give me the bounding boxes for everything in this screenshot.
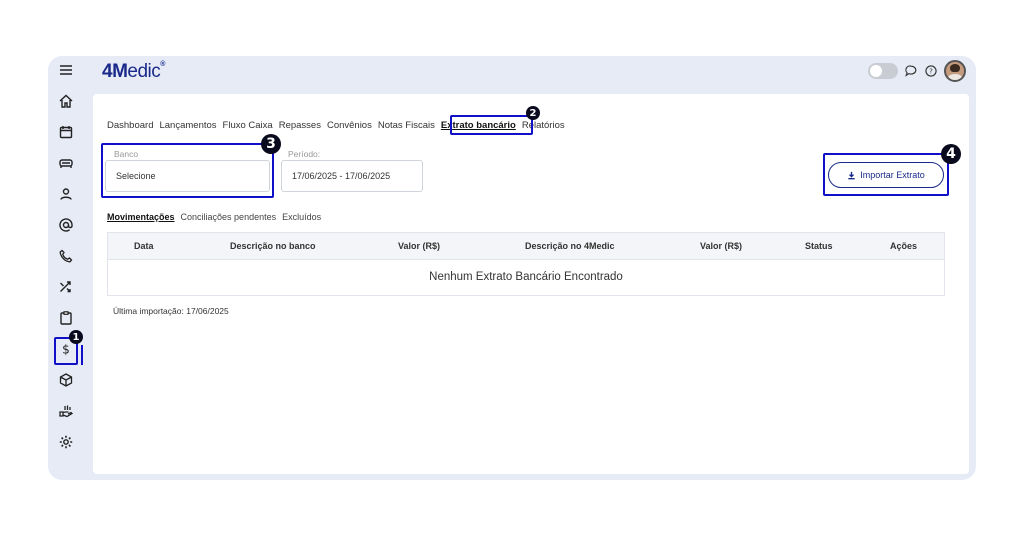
table-empty-message: Nenhum Extrato Bancário Encontrado — [429, 271, 623, 283]
tab-repasses[interactable]: Repasses — [279, 120, 321, 131]
annotation-marker-2: 2 — [526, 106, 540, 120]
at-icon[interactable] — [54, 213, 78, 237]
col-valor-banco: Valor (R$) — [398, 241, 441, 251]
annotation-marker-3: 3 — [261, 134, 281, 154]
car-icon[interactable] — [54, 151, 78, 175]
tab-convenios[interactable]: Convênios — [327, 120, 372, 131]
theme-toggle[interactable] — [868, 63, 898, 79]
logo-main-text: 4M — [102, 61, 128, 82]
shuffle-icon[interactable] — [54, 275, 78, 299]
tab-notas-fiscais[interactable]: Notas Fiscais — [378, 120, 435, 131]
app-logo: 4Medic® — [102, 61, 165, 83]
user-avatar[interactable] — [944, 60, 966, 82]
col-data: Data — [134, 241, 154, 251]
chat-icon[interactable] — [904, 64, 918, 78]
annotation-marker-1: 1 — [69, 330, 83, 344]
statement-table: Data Descrição no banco Valor (R$) Descr… — [107, 232, 945, 296]
sidebar: $ — [48, 56, 84, 480]
period-input[interactable]: 17/06/2025 - 17/06/2025 — [281, 160, 423, 192]
highlight-sidebar-bar — [81, 345, 83, 365]
subtab-movimentacoes[interactable]: Movimentações — [107, 212, 175, 222]
table-header: Data Descrição no banco Valor (R$) Descr… — [108, 233, 944, 260]
logo-registered-mark: ® — [160, 61, 165, 68]
subtab-excluidos[interactable]: Excluídos — [282, 212, 321, 222]
period-label: Período: — [288, 149, 321, 159]
hand-icon[interactable] — [54, 399, 78, 423]
svg-text:?: ? — [929, 67, 933, 75]
package-icon[interactable] — [54, 368, 78, 392]
annotation-marker-4: 4 — [941, 144, 961, 164]
col-valor-4medic: Valor (R$) — [700, 241, 743, 251]
highlight-tab-extrato — [450, 115, 533, 135]
logo-tail-text: edic — [127, 61, 161, 82]
col-acoes: Ações — [890, 241, 918, 251]
subtab-conciliacoes-pendentes[interactable]: Conciliações pendentes — [181, 212, 277, 222]
tab-lancamentos[interactable]: Lançamentos — [159, 120, 216, 131]
highlight-import-button — [823, 153, 949, 196]
settings-icon[interactable] — [54, 430, 78, 454]
calendar-icon[interactable] — [54, 120, 78, 144]
user-icon[interactable] — [54, 182, 78, 206]
menu-icon[interactable] — [54, 58, 78, 82]
phone-icon[interactable] — [54, 244, 78, 268]
col-descricao-banco: Descrição no banco — [230, 241, 316, 251]
col-descricao-4medic: Descrição no 4Medic — [525, 241, 615, 251]
statement-subtabs: Movimentações Conciliações pendentes Exc… — [107, 212, 321, 222]
header-controls: ? — [868, 60, 966, 82]
tab-fluxo-caixa[interactable]: Fluxo Caixa — [223, 120, 273, 131]
col-status: Status — [805, 241, 833, 251]
tab-dashboard[interactable]: Dashboard — [107, 120, 153, 131]
last-import-text: Última importação: 17/06/2025 — [113, 306, 229, 316]
help-icon[interactable]: ? — [924, 64, 938, 78]
home-icon[interactable] — [54, 89, 78, 113]
highlight-bank-field — [101, 143, 274, 198]
clipboard-icon[interactable] — [54, 306, 78, 330]
